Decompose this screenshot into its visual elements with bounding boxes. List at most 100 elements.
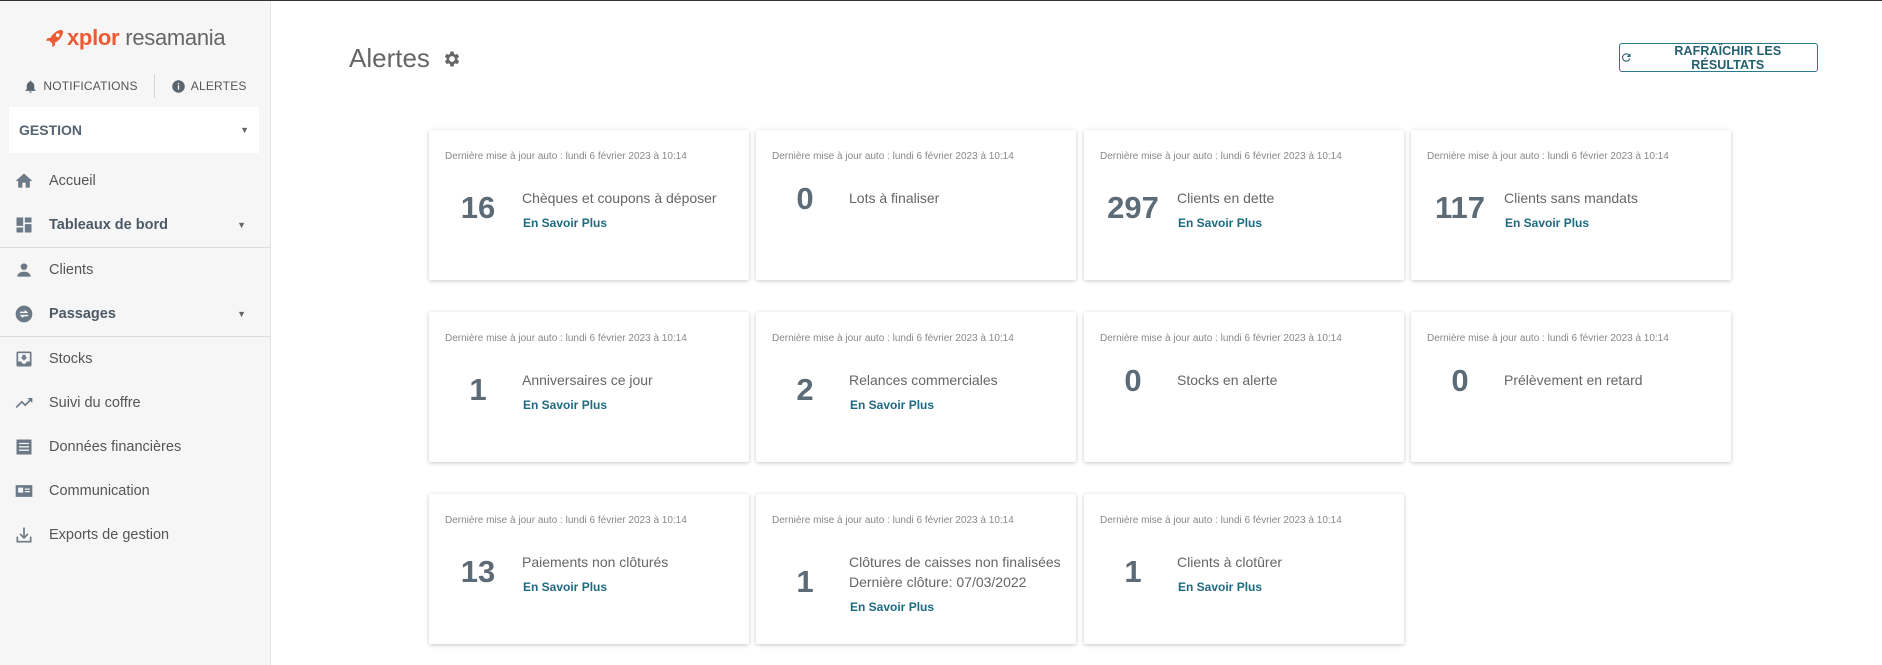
- alert-label: Stocks en alerte: [1177, 372, 1278, 388]
- notifications-label: NOTIFICATIONS: [43, 79, 138, 93]
- sidebar-item-label: Clients: [49, 262, 94, 278]
- alert-card-clotures: Dernière mise à jour auto : lundi 6 févr…: [756, 494, 1076, 644]
- sidebar-item-exports-de-gestion[interactable]: Exports de gestion: [0, 513, 270, 557]
- sidebar-item-communication[interactable]: Communication: [0, 469, 270, 513]
- sidebar-menu: Accueil Tableaux de bord ▼ Clients Passa…: [0, 159, 270, 557]
- alert-count: 2: [796, 372, 814, 407]
- refresh-icon: [1622, 53, 1631, 62]
- alert-count: 1: [1124, 554, 1142, 589]
- bell-icon: [25, 80, 36, 93]
- sidebar-item-label: Suivi du coffre: [49, 395, 141, 411]
- section-selector[interactable]: GESTION ▼: [9, 107, 259, 153]
- alert-count: 1: [796, 564, 814, 599]
- sidebar-item-label: Passages: [49, 306, 116, 322]
- dashboard-icon: [13, 214, 35, 236]
- gear-icon[interactable]: [442, 49, 462, 69]
- sidebar-item-label: Données financières: [49, 439, 182, 455]
- sidebar-item-label: Stocks: [49, 351, 93, 367]
- last-update-text: Dernière mise à jour auto : lundi 6 févr…: [772, 515, 1014, 526]
- sidebar-item-label: Tableaux de bord: [49, 217, 168, 233]
- alert-label: Clients sans mandats: [1504, 190, 1638, 206]
- sidebar: xplor resamania NOTIFICATIONS ALERTES GE…: [0, 1, 271, 665]
- alert-label: Clients en dette: [1177, 190, 1275, 206]
- trending-up-icon: [13, 392, 35, 414]
- last-update-text: Dernière mise à jour auto : lundi 6 févr…: [772, 151, 1014, 162]
- list-icon: [13, 436, 35, 458]
- learn-more-link[interactable]: En Savoir Plus: [523, 398, 607, 412]
- last-update-text: Dernière mise à jour auto : lundi 6 févr…: [1100, 515, 1342, 526]
- alert-label: Prélèvement en retard: [1504, 372, 1643, 388]
- caret-down-icon: ▼: [237, 220, 246, 230]
- alert-card-prelevement: Dernière mise à jour auto : lundi 6 févr…: [1411, 312, 1731, 462]
- notifications-link[interactable]: NOTIFICATIONS: [7, 79, 153, 94]
- last-update-text: Dernière mise à jour auto : lundi 6 févr…: [1100, 151, 1342, 162]
- learn-more-link[interactable]: En Savoir Plus: [523, 216, 607, 230]
- alert-sublabel: Dernière clôture: 07/03/2022: [849, 574, 1027, 590]
- alert-count: 117: [1434, 190, 1485, 225]
- learn-more-link[interactable]: En Savoir Plus: [1178, 580, 1262, 594]
- alert-count: 0: [796, 181, 814, 216]
- sidebar-item-accueil[interactable]: Accueil: [0, 159, 270, 203]
- last-update-text: Dernière mise à jour auto : lundi 6 févr…: [445, 515, 687, 526]
- logo-product: resamania: [125, 25, 226, 50]
- learn-more-link[interactable]: En Savoir Plus: [850, 398, 934, 412]
- alert-count: 13: [460, 554, 496, 589]
- last-update-text: Dernière mise à jour auto : lundi 6 févr…: [445, 333, 687, 344]
- last-update-text: Dernière mise à jour auto : lundi 6 févr…: [1427, 333, 1669, 344]
- alert-count: 16: [460, 190, 496, 225]
- sidebar-item-passages[interactable]: Passages ▼: [0, 292, 270, 336]
- alert-label: Clients à clotûrer: [1177, 554, 1283, 570]
- alert-count: 0: [1451, 363, 1469, 398]
- alert-count: 297: [1107, 190, 1159, 225]
- swap-icon: [13, 303, 35, 325]
- learn-more-link[interactable]: En Savoir Plus: [850, 600, 934, 614]
- info-icon: [172, 79, 185, 93]
- alert-card-sans-mandats: Dernière mise à jour auto : lundi 6 févr…: [1411, 130, 1731, 280]
- sidebar-item-stocks[interactable]: Stocks: [0, 337, 270, 381]
- sidebar-item-suivi-du-coffre[interactable]: Suivi du coffre: [0, 381, 270, 425]
- alert-card-paiements: Dernière mise à jour auto : lundi 6 févr…: [429, 494, 749, 644]
- alert-count: 1: [469, 372, 487, 407]
- alert-label: Clôtures de caisses non finalisées: [849, 554, 1061, 570]
- top-nav: NOTIFICATIONS ALERTES: [0, 74, 270, 98]
- alerts-label: ALERTES: [190, 79, 247, 93]
- learn-more-link[interactable]: En Savoir Plus: [1178, 216, 1262, 230]
- section-label: GESTION: [19, 122, 83, 138]
- caret-down-icon: ▼: [237, 309, 246, 319]
- person-icon: [13, 259, 35, 281]
- sidebar-item-donnees-financieres[interactable]: Données financières: [0, 425, 270, 469]
- alert-count: 0: [1124, 363, 1142, 398]
- sidebar-item-clients[interactable]: Clients: [0, 248, 270, 292]
- alert-label: Anniversaires ce jour: [522, 372, 653, 388]
- rocket-icon: [45, 29, 64, 48]
- refresh-results-button[interactable]: RAFRAÎCHIR LES RÉSULTATS: [1619, 43, 1818, 72]
- page-title-text: Alertes: [349, 43, 430, 73]
- alert-card-lots: Dernière mise à jour auto : lundi 6 févr…: [756, 130, 1076, 280]
- app-logo[interactable]: xplor resamania: [44, 25, 226, 51]
- last-update-text: Dernière mise à jour auto : lundi 6 févr…: [1100, 333, 1342, 344]
- alert-card-clients-cloturer: Dernière mise à jour auto : lundi 6 févr…: [1084, 494, 1404, 644]
- alert-card-anniversaires: Dernière mise à jour auto : lundi 6 févr…: [429, 312, 749, 462]
- sidebar-item-tableaux-de-bord[interactable]: Tableaux de bord ▼: [0, 203, 270, 247]
- page-title: Alertes: [349, 43, 462, 74]
- alerts-link[interactable]: ALERTES: [155, 79, 263, 94]
- alert-label: Chèques et coupons à déposer: [522, 190, 717, 206]
- alert-label: Relances commerciales: [849, 372, 998, 388]
- sidebar-item-label: Communication: [49, 483, 150, 499]
- last-update-text: Dernière mise à jour auto : lundi 6 févr…: [445, 151, 687, 162]
- alert-label: Paiements non clôturés: [522, 554, 669, 570]
- logo-brand: xplor: [67, 25, 120, 50]
- caret-down-icon: ▼: [240, 125, 249, 135]
- alert-label: Lots à finaliser: [849, 190, 940, 206]
- learn-more-link[interactable]: En Savoir Plus: [523, 580, 607, 594]
- sidebar-item-label: Accueil: [49, 173, 96, 189]
- learn-more-link[interactable]: En Savoir Plus: [1505, 216, 1589, 230]
- download-icon: [13, 524, 35, 546]
- last-update-text: Dernière mise à jour auto : lundi 6 févr…: [1427, 151, 1669, 162]
- alert-card-relances: Dernière mise à jour auto : lundi 6 févr…: [756, 312, 1076, 462]
- alert-card-clients-dette: Dernière mise à jour auto : lundi 6 févr…: [1084, 130, 1404, 280]
- inbox-icon: [13, 348, 35, 370]
- alert-card-cheques: Dernière mise à jour auto : lundi 6 févr…: [429, 130, 749, 280]
- last-update-text: Dernière mise à jour auto : lundi 6 févr…: [772, 333, 1014, 344]
- home-icon: [13, 170, 35, 192]
